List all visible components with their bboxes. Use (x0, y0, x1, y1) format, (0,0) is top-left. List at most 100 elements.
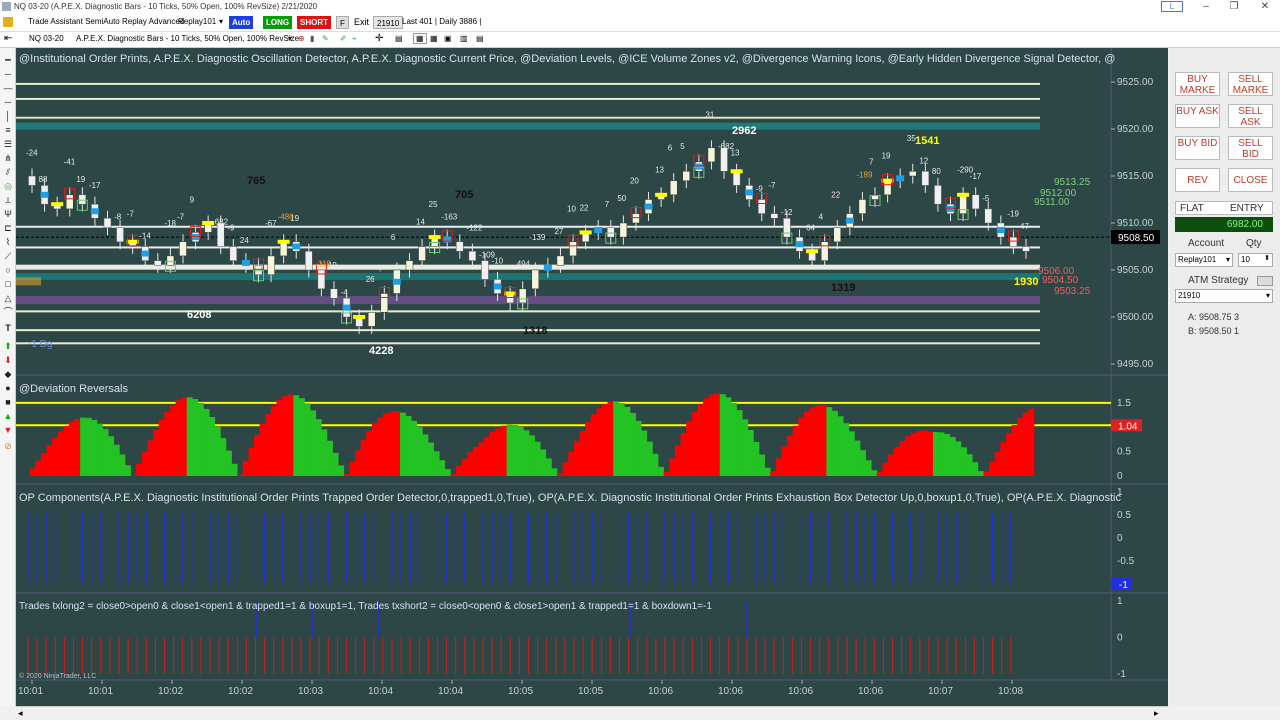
spinner-icon[interactable]: ⬍ (1264, 253, 1270, 265)
strategy-name[interactable]: Trade Assistant SemiAuto Replay Advanced (28, 17, 184, 26)
exit-button[interactable]: Exit (354, 17, 369, 27)
account-dropdown[interactable]: Replay101 ▾ (1175, 253, 1233, 267)
bar-chart-icon[interactable]: ▮ (310, 34, 314, 43)
back-arrow-icon[interactable]: ⇤ (4, 33, 12, 44)
buy-market-button[interactable]: BUY MARKE (1175, 72, 1220, 96)
trend-channel-icon[interactable]: ⫽ (2, 166, 14, 178)
scroll-left-icon[interactable]: ◂ (18, 708, 23, 719)
line-icon[interactable]: ─ (2, 68, 14, 80)
value-box[interactable]: 21910 (373, 16, 404, 29)
strategies-icon[interactable]: ▦ (430, 34, 438, 43)
ruler-icon[interactable]: ━ (2, 54, 14, 66)
deviation-bar (944, 434, 951, 476)
close-icon[interactable]: ✕ (1252, 0, 1278, 14)
deviation-bar (719, 394, 726, 476)
reverse-button[interactable]: REV (1175, 168, 1220, 192)
chevron-down-icon[interactable]: ▾ (1266, 290, 1270, 302)
down-candle (984, 208, 993, 224)
text-icon[interactable]: T (2, 322, 14, 334)
bars-type-selector[interactable]: A.P.E.X. Diagnostic Bars - 10 Ticks, 50%… (76, 34, 299, 43)
deviation-bar (282, 396, 289, 476)
triangle-icon[interactable]: △ (2, 292, 14, 304)
chevron-down-icon[interactable]: ▾ (1226, 254, 1230, 266)
long-button[interactable]: LONG (263, 16, 293, 29)
deviation-bar (270, 406, 277, 476)
restore-icon[interactable]: ❐ (1221, 0, 1247, 14)
snapshot-icon[interactable]: ▥ (460, 34, 468, 43)
sell-market-button[interactable]: SELL MARKE (1228, 72, 1273, 96)
buy-bid-button[interactable]: BUY BID (1175, 136, 1220, 160)
value-label: 5 (680, 142, 685, 151)
crosshair-icon[interactable]: ✛ (375, 33, 383, 44)
deviation-bar (203, 409, 210, 476)
draw-icon[interactable]: ✐ (340, 34, 347, 43)
deviation-bar (540, 449, 547, 476)
dot-icon[interactable]: ● (2, 382, 14, 394)
vertical-line-icon[interactable]: │ (2, 110, 14, 122)
time-cycles-icon[interactable]: ⊏ (2, 222, 14, 234)
layout-icon[interactable]: ▤ (476, 34, 484, 43)
atm-strategy-dropdown[interactable]: 21910 ▾ (1175, 289, 1273, 303)
chart-area[interactable]: -24 88 -41 19 -17 -8 -7 -14 -18 -7 9 682 -9 24 -67 -480… (16, 48, 1168, 706)
horizontal-scrollbar[interactable]: ◂ ▸ (16, 706, 1168, 720)
ray-icon[interactable]: ― (2, 82, 14, 94)
arrow-down-icon[interactable]: ⬇ (2, 354, 14, 366)
scroll-right-icon[interactable]: ▸ (1154, 708, 1159, 719)
f-button[interactable]: F (336, 16, 349, 29)
eraser-icon[interactable]: ⊘ (2, 440, 14, 452)
zoom-icon[interactable]: ⊕ (298, 34, 305, 43)
current-price-marker (730, 169, 743, 174)
drawing-tools-bar: ━ ─ ― ─ │ ≡ ☰ ⋔ ⫽ ◎ ⟂ Ψ ⊏ ⌇ ⟋ ○ □ △ ⌒ T … (0, 48, 16, 706)
deviation-bar (35, 460, 42, 476)
templates-icon[interactable]: ▣ (444, 34, 452, 43)
auto-button[interactable]: Auto (229, 16, 254, 29)
gann-fan-icon[interactable]: ◎ (2, 180, 14, 192)
minimize-icon[interactable]: – (1193, 0, 1219, 14)
quantity-stepper[interactable]: 10 ⬍ (1238, 253, 1273, 267)
buy-ask-button[interactable]: BUY ASK (1175, 104, 1220, 128)
value-label: 24 (240, 236, 249, 245)
ellipse-icon[interactable]: ○ (2, 264, 14, 276)
deviation-current-label: 1.04 (1118, 421, 1138, 432)
user-badge[interactable]: L (1161, 1, 1183, 12)
value-label: -41 (64, 158, 76, 167)
fib-extension-icon[interactable]: ☰ (2, 138, 14, 150)
dropdown-arrow-icon[interactable]: ▾ (219, 17, 223, 26)
pitchfork-icon[interactable]: Ψ (2, 208, 14, 220)
current-price-marker (957, 192, 970, 197)
atm-settings-icon[interactable] (1257, 276, 1273, 286)
drawing-tools-icon[interactable]: ⌁ (352, 34, 357, 43)
sell-ask-button[interactable]: SELL ASK (1228, 104, 1273, 128)
value-label: 19 (290, 214, 299, 223)
arrow-up-icon[interactable]: ⬆ (2, 340, 14, 352)
time-axis-label: 10:05 (578, 686, 603, 697)
properties-icon[interactable]: ▤ (395, 34, 403, 43)
account-selector[interactable]: Replay101 (178, 17, 216, 26)
fib-icon[interactable]: ≡ (2, 124, 14, 136)
order-print-box (392, 278, 401, 285)
region-icon[interactable]: ⌇ (2, 236, 14, 248)
horizontal-line-icon[interactable]: ─ (2, 96, 14, 108)
andrews-pitchfork-icon[interactable]: ⋔ (2, 152, 14, 164)
triangle-up-icon[interactable]: ▲ (2, 410, 14, 422)
sell-bid-button[interactable]: SELL BID (1228, 136, 1273, 160)
deviation-bar (383, 413, 390, 476)
pencil-icon[interactable]: ✎ (322, 34, 329, 43)
deviation-bar (349, 461, 356, 476)
indicators-icon[interactable]: ▦ (413, 33, 427, 44)
rectangle-icon[interactable]: □ (2, 278, 14, 290)
triangle-down-icon[interactable]: ▼ (2, 424, 14, 436)
square-icon[interactable]: ■ (2, 396, 14, 408)
regression-icon[interactable]: ⟂ (2, 194, 14, 206)
diamond-icon[interactable]: ◆ (2, 368, 14, 380)
path-icon[interactable]: ⟋ (2, 250, 14, 262)
arc-icon[interactable]: ⌒ (2, 306, 14, 318)
current-price-marker (126, 239, 139, 244)
short-button[interactable]: SHORT (297, 16, 331, 29)
instrument-selector[interactable]: NQ 03-20 (29, 34, 64, 43)
chart-canvas[interactable]: -2488-4119-17-8 -7-14-18-79682-924-67-480… (16, 48, 1168, 706)
dropdown-arrow-icon[interactable]: ▾ (288, 34, 292, 43)
deviation-bar (579, 431, 586, 476)
close-position-button[interactable]: CLOSE (1228, 168, 1273, 192)
value-label: -18 (164, 219, 176, 228)
